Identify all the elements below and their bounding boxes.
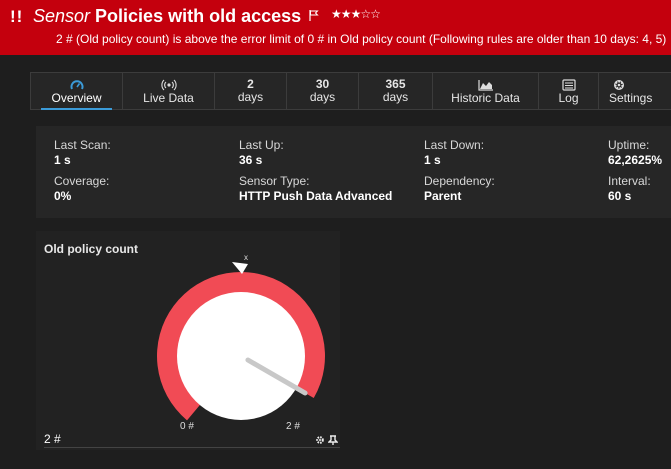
- last-scan-label: Last Scan:: [54, 138, 111, 152]
- uptime-label: Uptime:: [608, 138, 650, 152]
- channel-gauge: x: [157, 253, 325, 421]
- last-up-value: 36 s: [239, 153, 263, 167]
- tab-log-label: Log: [558, 90, 579, 105]
- uptime-value: 62,2625%: [608, 153, 663, 167]
- sensor-type-label: Sensor Type:: [239, 174, 310, 188]
- interval-value: 60 s: [608, 189, 632, 203]
- overview-gauge-icon: [70, 78, 84, 92]
- uptime: Uptime: 62,2625%: [608, 138, 662, 168]
- priority-stars[interactable]: ★★★☆☆: [331, 7, 381, 21]
- channel-tools: [315, 432, 339, 450]
- gauge-dial: [177, 292, 305, 420]
- interval: Interval: 60 s: [608, 174, 651, 204]
- chart-divider: [44, 447, 340, 448]
- tab-30-days-label: days: [309, 90, 336, 104]
- status-banner: !! Sensor Policies with old access ★★★☆☆ …: [0, 0, 671, 55]
- interval-label: Interval:: [608, 174, 651, 188]
- last-down-label: Last Down:: [424, 138, 485, 152]
- last-up-label: Last Up:: [239, 138, 284, 152]
- tab-365-days[interactable]: 365 days: [359, 73, 433, 109]
- gauge-max-label: 2 #: [286, 421, 300, 432]
- gauge-min-label: 0 #: [180, 421, 194, 432]
- gear-icon: [609, 78, 629, 92]
- coverage-value: 0%: [54, 189, 72, 203]
- tab-historic-data[interactable]: Historic Data: [433, 73, 539, 109]
- tab-settings-label: Settings: [609, 90, 653, 105]
- last-down-value: 1 s: [424, 153, 441, 167]
- last-down: Last Down: 1 s: [424, 138, 484, 168]
- tab-overview-label: Overview: [51, 90, 102, 105]
- sensor-info-panel: Last Scan: 1 s Last Up: 36 s Last Down: …: [36, 126, 671, 218]
- coverage: Coverage: 0%: [54, 174, 109, 204]
- sensor-type-word: Sensor: [33, 6, 91, 26]
- channel-gauge-panel: Old policy count x 0 # 2 # 2 #: [36, 231, 340, 450]
- channel-value: 2 #: [44, 432, 61, 446]
- page-title: Sensor Policies with old access ★★★☆☆: [33, 6, 381, 27]
- tab-2-days[interactable]: 2 days: [215, 73, 287, 109]
- tab-365-days-label: days: [382, 90, 409, 104]
- dependency-link[interactable]: Parent: [424, 189, 495, 204]
- last-scan-value: 1 s: [54, 153, 71, 167]
- dependency: Dependency: Parent: [424, 174, 495, 204]
- status-message: 2 # (Old policy count) is above the erro…: [56, 32, 667, 46]
- sensor-tabs: Overview Live Data 2 days 30 days 365 da…: [30, 72, 671, 110]
- sensor-type-value: HTTP Push Data Advanced: [239, 189, 393, 203]
- tab-live-data-label: Live Data: [143, 90, 194, 105]
- tab-2-days-label: days: [237, 90, 264, 104]
- sensor-name: Policies with old access: [95, 6, 302, 26]
- coverage-label: Coverage:: [54, 174, 110, 188]
- area-chart-icon: [477, 78, 494, 92]
- live-signal-icon: [160, 78, 177, 92]
- tab-overview[interactable]: Overview: [31, 73, 123, 110]
- last-scan: Last Scan: 1 s: [54, 138, 111, 168]
- pin-icon[interactable]: [327, 432, 339, 450]
- gauge-marker-label: x: [244, 253, 248, 262]
- gear-icon[interactable]: [315, 432, 325, 450]
- sensor-type: Sensor Type: HTTP Push Data Advanced: [239, 174, 392, 204]
- tab-historic-data-label: Historic Data: [451, 90, 520, 105]
- last-up: Last Up: 36 s: [239, 138, 284, 168]
- tab-30-days[interactable]: 30 days: [287, 73, 359, 109]
- flag-icon[interactable]: [308, 8, 319, 26]
- tab-settings[interactable]: Settings: [599, 73, 671, 109]
- alert-mark: !!: [10, 7, 24, 26]
- dependency-label: Dependency:: [424, 174, 495, 188]
- tab-log[interactable]: Log: [539, 73, 599, 109]
- tab-live-data[interactable]: Live Data: [123, 73, 215, 109]
- log-list-icon: [561, 78, 576, 92]
